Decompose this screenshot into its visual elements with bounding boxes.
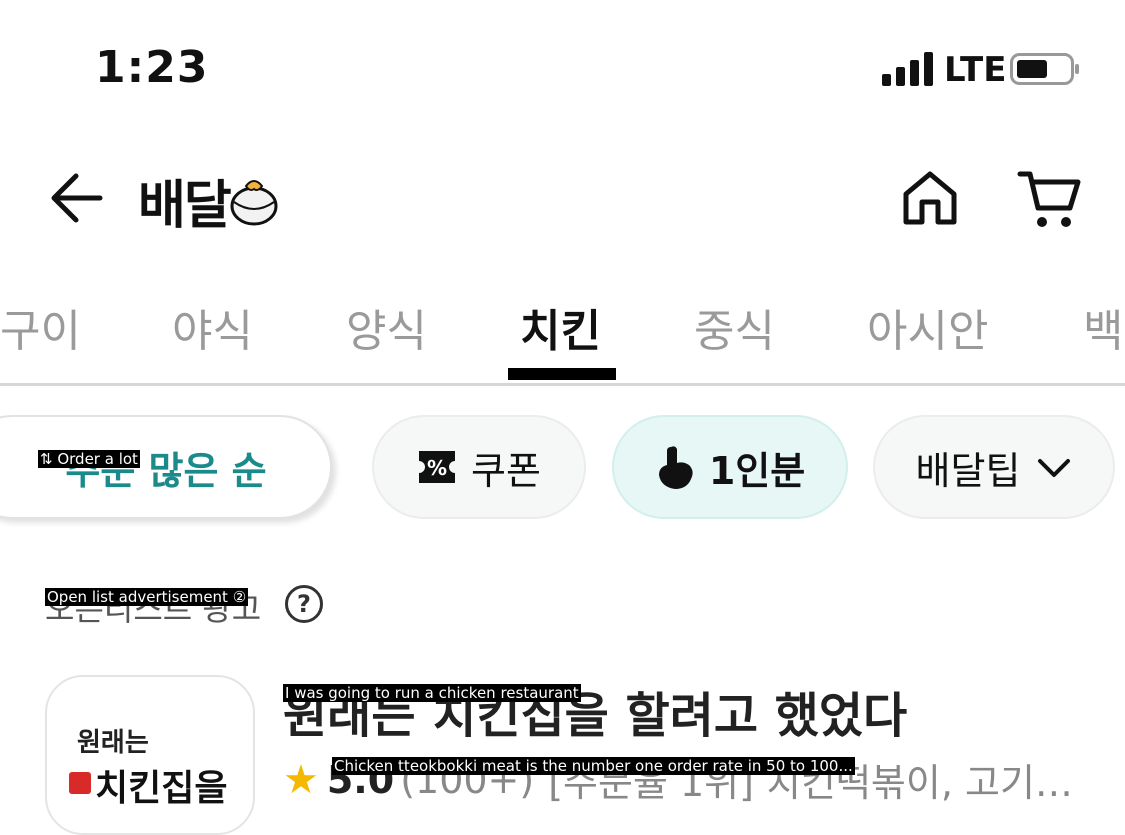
store-thumbnail[interactable]: 원래는 치킨집을 <box>45 675 255 835</box>
home-icon[interactable] <box>900 168 960 228</box>
tab-grill[interactable]: 구이 <box>0 295 81 359</box>
thumb-line-2: 치킨집을 <box>95 768 228 809</box>
coupon-label: 쿠폰 <box>471 448 541 493</box>
ad-overlay-label: Open list advertisement ② <box>45 588 249 606</box>
brand-logo: 배달 <box>138 165 278 236</box>
store-name-overlay: I was going to run a chicken restaurant <box>283 684 581 702</box>
battery-icon <box>1010 53 1079 85</box>
thumb-line-1: 원래는 <box>77 728 149 758</box>
chevron-down-icon <box>1038 459 1071 477</box>
network-label: LTE <box>944 50 1007 90</box>
back-arrow-icon[interactable] <box>46 168 106 228</box>
coupon-chip[interactable]: % 쿠폰 <box>372 415 586 519</box>
tab-late-night[interactable]: 야식 <box>172 295 253 359</box>
tab-asian[interactable]: 아시안 <box>867 295 988 359</box>
single-portion-label: 1인분 <box>708 448 806 493</box>
active-tab-indicator <box>508 368 616 380</box>
store-description-overlay: Chicken tteokbokki meat is the number on… <box>332 757 855 775</box>
stamp-icon <box>69 772 91 794</box>
rice-bowl-icon <box>230 180 278 226</box>
signal-icon <box>882 52 933 86</box>
status-bar: 1:23 LTE <box>0 0 1125 140</box>
help-icon[interactable]: ? <box>285 585 323 623</box>
tab-western[interactable]: 양식 <box>346 295 427 359</box>
delivery-tip-label: 배달팁 <box>915 448 1021 493</box>
one-finger-hand-icon <box>655 445 695 489</box>
coupon-icon: % <box>417 449 457 485</box>
status-time: 1:23 <box>95 42 209 93</box>
single-portion-chip[interactable]: 1인분 <box>612 415 848 519</box>
tab-chicken[interactable]: 치킨 <box>520 295 601 359</box>
tab-chinese[interactable]: 중식 <box>694 295 775 359</box>
svg-text:%: % <box>427 456 447 480</box>
star-icon: ★ <box>283 756 319 803</box>
delivery-tip-chip[interactable]: 배달팁 <box>873 415 1115 519</box>
brand-title: 배달 <box>138 175 232 236</box>
tab-baek[interactable]: 백 <box>1083 295 1123 359</box>
sort-overlay-label: ⇅ Order a lot <box>38 450 140 468</box>
cart-icon[interactable] <box>1016 166 1082 230</box>
